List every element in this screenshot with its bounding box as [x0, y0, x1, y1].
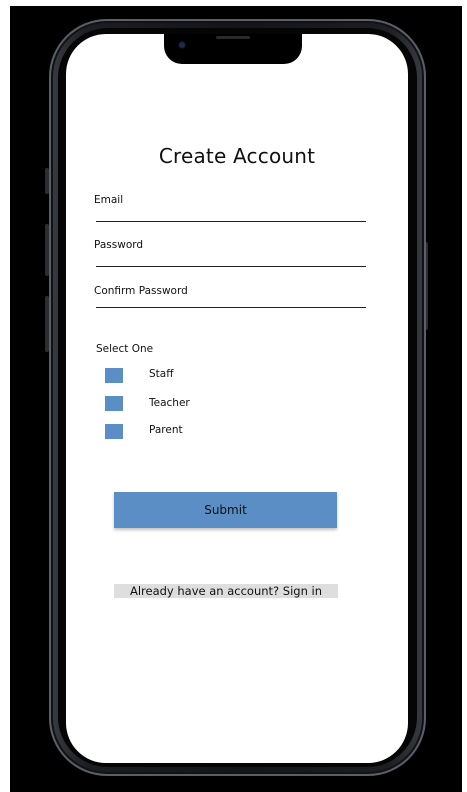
teacher-option-label[interactable]: Teacher [149, 397, 190, 409]
email-field[interactable] [96, 221, 366, 222]
confirm-password-label: Confirm Password [94, 285, 188, 297]
backdrop: Create Account Email Password Confirm Pa… [10, 6, 462, 792]
staff-checkbox[interactable] [105, 368, 123, 383]
parent-option-label[interactable]: Parent [149, 424, 183, 436]
page-title: Create Account [158, 144, 316, 168]
teacher-checkbox[interactable] [105, 396, 123, 411]
sign-in-link[interactable]: Already have an account? Sign in [114, 584, 338, 598]
phone-notch [164, 34, 302, 64]
parent-checkbox[interactable] [105, 424, 123, 439]
submit-button[interactable]: Submit [114, 492, 337, 528]
speaker-grille [216, 36, 250, 39]
confirm-password-field[interactable] [96, 307, 366, 308]
email-label: Email [94, 194, 124, 206]
app-screen: Create Account Email Password Confirm Pa… [66, 34, 408, 763]
password-field[interactable] [96, 266, 366, 267]
password-label: Password [94, 239, 144, 251]
role-group-label: Select One [96, 343, 154, 355]
staff-option-label[interactable]: Staff [149, 368, 173, 380]
front-camera-icon [179, 42, 185, 48]
